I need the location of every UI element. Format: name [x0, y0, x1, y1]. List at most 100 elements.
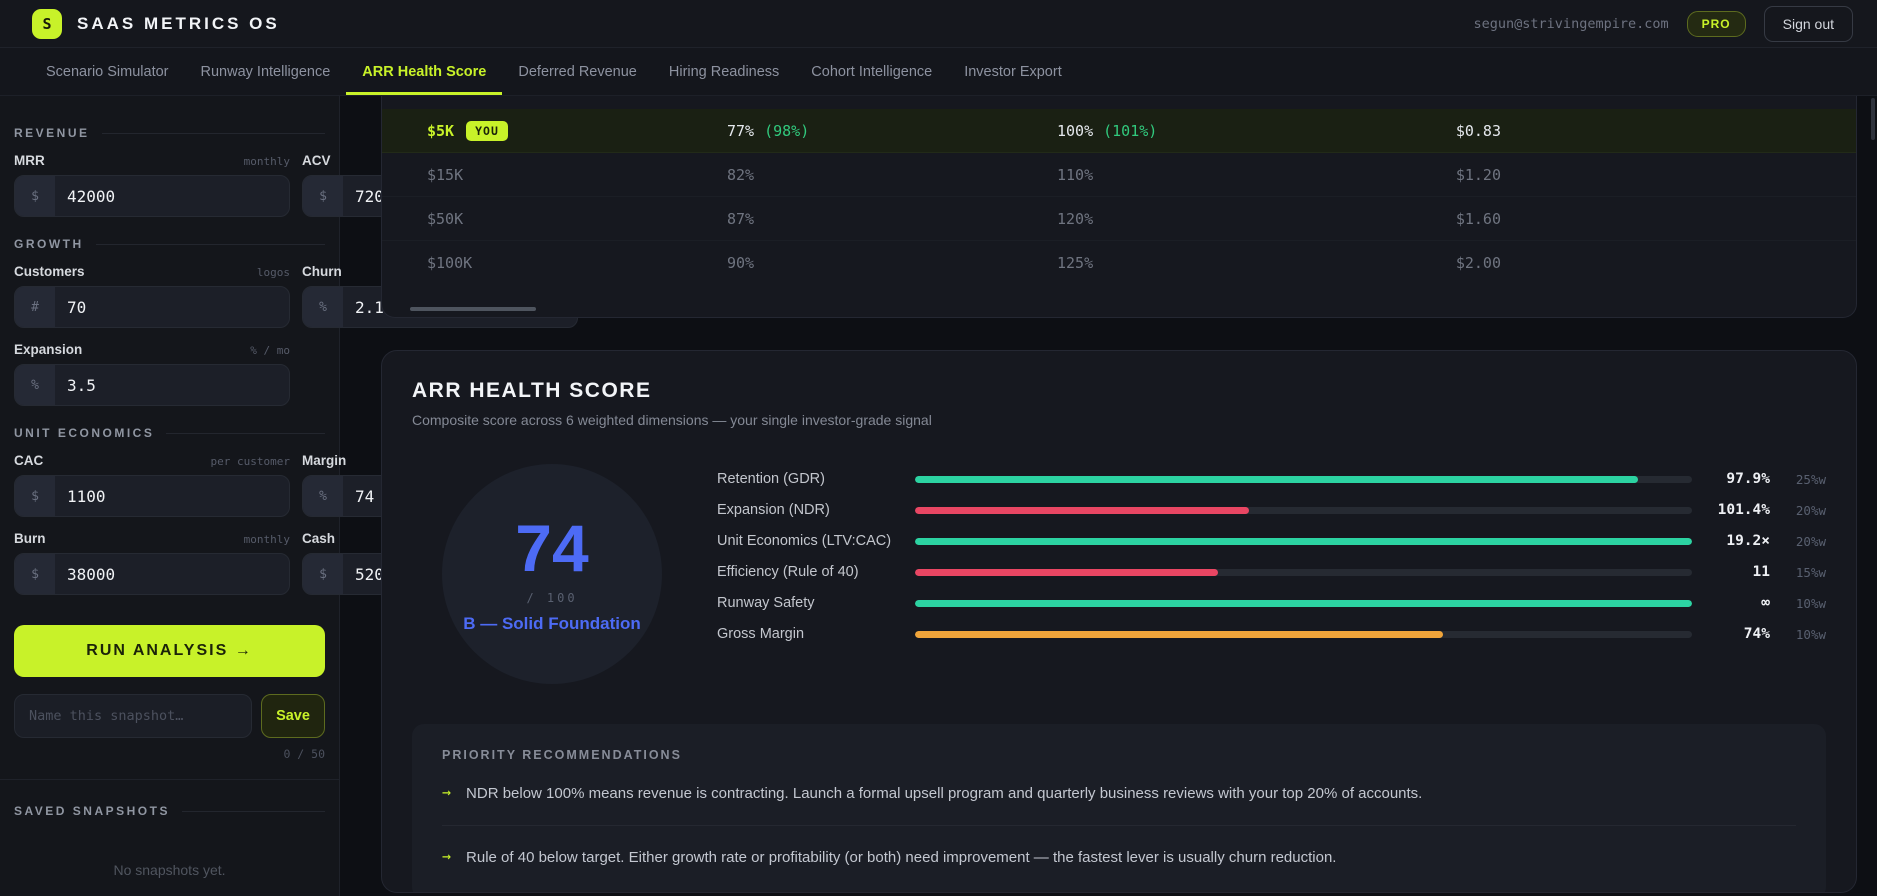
- dimension-value: ∞: [1761, 595, 1770, 611]
- vertical-scrollbar-thumb[interactable]: [1871, 98, 1875, 140]
- card-title: ARR HEALTH SCORE: [412, 379, 652, 402]
- nav-tab[interactable]: Scenario Simulator: [30, 48, 185, 95]
- dimension-bars: Retention (GDR) 97.9% 25%w Expansion (ND…: [717, 464, 1826, 644]
- metric-field: Expansion % / mo %: [14, 342, 290, 406]
- main-nav: Scenario Simulator Runway Intelligence A…: [0, 48, 1877, 96]
- ratio-value: $0.83: [1455, 121, 1501, 140]
- horizontal-scrollbar-thumb[interactable]: [410, 307, 536, 311]
- input-prefix-symbol: %: [15, 365, 55, 405]
- dimension-weight: 10%w: [1795, 595, 1826, 611]
- score-max: / 100: [526, 590, 578, 605]
- gdr-actual-note: (98%): [764, 121, 810, 140]
- score-value: 74: [515, 510, 589, 585]
- field-label: Cash: [302, 531, 336, 546]
- dimension-weight: 20%w: [1795, 502, 1826, 518]
- nav-tab[interactable]: Runway Intelligence: [185, 48, 347, 95]
- field-label: Expansion: [14, 342, 83, 357]
- recommendations-list: → NDR below 100% means revenue is contra…: [442, 762, 1796, 889]
- unit-economics-section-header: UNIT ECONOMICS: [14, 426, 325, 440]
- field-unit-hint: % / mo: [250, 344, 290, 357]
- metric-input-wrap: #: [14, 286, 290, 328]
- snapshot-counter: 0 / 50: [283, 747, 325, 761]
- dimension-value: 74%: [1743, 626, 1770, 642]
- snapshot-name-input[interactable]: [14, 694, 252, 738]
- recommendation-item: → Rule of 40 below target. Either growth…: [442, 826, 1796, 889]
- metric-input[interactable]: [55, 554, 289, 594]
- nav-tab[interactable]: Hiring Readiness: [653, 48, 795, 95]
- sign-out-button[interactable]: Sign out: [1763, 5, 1853, 42]
- dimension-row: Gross Margin 74% 10%w: [717, 624, 1826, 644]
- dimension-weight: 20%w: [1795, 533, 1826, 549]
- app-title: SAAS METRICS OS: [77, 13, 280, 33]
- metric-input[interactable]: [55, 287, 289, 327]
- growth-section-header: GROWTH: [14, 237, 325, 251]
- dimension-row: Expansion (NDR) 101.4% 20%w: [717, 500, 1826, 520]
- inputs-sidebar: REVENUE MRR monthly $ ACV annual: [0, 96, 578, 896]
- dimension-bar-fill: [915, 506, 1250, 514]
- app-logo-icon: S: [32, 8, 62, 39]
- growth-section-title: GROWTH: [14, 237, 84, 251]
- input-prefix-symbol: #: [15, 287, 55, 327]
- dimension-row: Runway Safety ∞ 10%w: [717, 593, 1826, 613]
- ndr-benchmark-value: 100%: [1057, 121, 1094, 140]
- metric-input-wrap: $: [14, 475, 290, 517]
- nav-tab[interactable]: Cohort Intelligence: [795, 48, 948, 95]
- metric-field: CAC per customer $: [14, 453, 290, 517]
- you-badge: YOU: [466, 120, 508, 141]
- nav-tab[interactable]: ARR Health Score: [346, 48, 503, 95]
- arr-health-score-card: ARR HEALTH SCORE Composite score across …: [381, 350, 1857, 893]
- ratio-value: $1.20: [1455, 165, 1501, 184]
- dimension-value: 97.9%: [1726, 471, 1770, 487]
- score-grade: B — Solid Foundation: [463, 613, 641, 633]
- table-row: $50K 87% 120% $1.60: [382, 197, 1856, 241]
- dimension-label: Unit Economics (LTV:CAC): [717, 533, 892, 549]
- nav-tab[interactable]: Investor Export: [948, 48, 1078, 95]
- input-prefix-symbol: $: [15, 554, 55, 594]
- table-row: $100K 90% 125% $2.00: [382, 241, 1856, 285]
- dimension-label: Expansion (NDR): [717, 502, 830, 518]
- input-prefix-symbol: $: [303, 554, 343, 594]
- dimension-bar-fill: [915, 537, 1692, 545]
- section-divider-line: [166, 432, 325, 434]
- dimension-label: Gross Margin: [717, 626, 805, 642]
- save-snapshot-button[interactable]: Save: [261, 694, 325, 738]
- run-analysis-button[interactable]: RUN ANALYSIS →: [14, 625, 325, 677]
- dimension-bar-track: [915, 568, 1692, 576]
- metric-input[interactable]: [55, 476, 289, 516]
- table-row: $15K 82% 110% $1.20: [382, 153, 1856, 197]
- dimension-bar-track: [915, 599, 1692, 607]
- dimension-bar-track: [915, 506, 1692, 514]
- growth-fields: Customers logos # Churn % / mo %: [14, 264, 578, 406]
- section-divider-line: [101, 132, 325, 134]
- section-divider-line: [95, 243, 325, 245]
- ndr-actual-note: (101%): [1103, 121, 1158, 140]
- recommendation-text: Rule of 40 below target. Either growth r…: [466, 849, 1337, 866]
- metric-field: Customers logos #: [14, 264, 290, 328]
- arr-tier-label: $100K: [427, 254, 473, 272]
- dimension-bar-fill: [915, 475, 1638, 483]
- dimension-bar-fill: [915, 568, 1219, 576]
- revenue-section-title: REVENUE: [14, 126, 90, 140]
- dimension-row: Unit Economics (LTV:CAC) 19.2× 20%w: [717, 531, 1826, 551]
- input-prefix-symbol: %: [303, 287, 343, 327]
- field-unit-hint: logos: [256, 266, 290, 279]
- metric-input-wrap: $: [14, 175, 290, 217]
- input-prefix-symbol: $: [15, 476, 55, 516]
- field-label: Churn: [302, 264, 342, 279]
- ndr-benchmark-value: 110%: [1057, 165, 1094, 184]
- ratio-value: $1.60: [1455, 209, 1501, 228]
- section-divider-line: [181, 810, 325, 812]
- metric-field: Burn monthly $: [14, 531, 290, 595]
- dimension-label: Efficiency (Rule of 40): [717, 564, 859, 580]
- field-unit-hint: monthly: [243, 155, 290, 168]
- gdr-benchmark-value: 87%: [727, 209, 755, 228]
- metric-input[interactable]: [55, 365, 289, 405]
- field-unit-hint: per customer: [210, 455, 290, 468]
- metric-input[interactable]: [55, 176, 289, 216]
- ratio-value: $2.00: [1455, 254, 1501, 272]
- dimension-bar-fill: [915, 630, 1444, 638]
- metric-field: MRR monthly $: [14, 153, 290, 217]
- nav-tab[interactable]: Deferred Revenue: [502, 48, 653, 95]
- arrow-right-icon: →: [442, 783, 452, 801]
- field-label: Customers: [14, 264, 85, 279]
